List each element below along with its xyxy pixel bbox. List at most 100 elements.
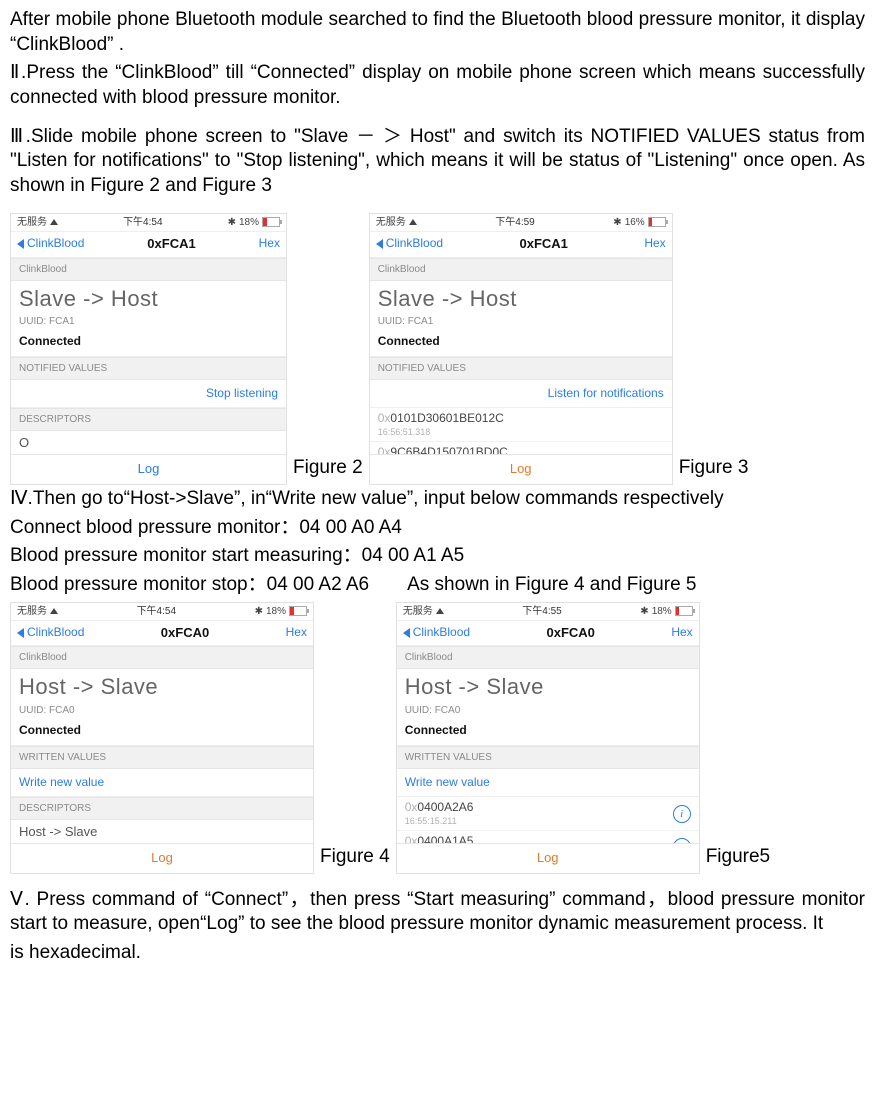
- statusbar: 无服务 下午4:59 ✱ 16%: [370, 214, 672, 232]
- statusbar: 无服务 下午4:54 ✱ 18%: [11, 214, 286, 232]
- chevron-left-icon[interactable]: [17, 628, 24, 638]
- figure4-caption: Figure 4: [314, 845, 396, 874]
- carrier-label: 无服务: [17, 216, 47, 229]
- chevron-left-icon[interactable]: [376, 239, 383, 249]
- section-notified: NOTIFIED VALUES: [370, 357, 672, 380]
- paragraph-intro: After mobile phone Bluetooth module sear…: [10, 8, 865, 57]
- battery-pct: 18%: [652, 605, 672, 618]
- nav-back-button[interactable]: ClinkBlood: [27, 625, 84, 641]
- navbar: ClinkBlood 0xFCA0 Hex: [397, 621, 699, 647]
- descriptor-value: O: [19, 435, 278, 452]
- cmd-stop: Blood pressure monitor stop：04 00 A2 A6 …: [10, 573, 865, 598]
- section-descriptors: DESCRIPTORS: [11, 408, 286, 431]
- navbar: ClinkBlood 0xFCA0 Hex: [11, 621, 313, 647]
- figure-row-2-3: 无服务 下午4:54 ✱ 18% ClinkBlood 0xFCA1 Hex C…: [10, 213, 865, 485]
- connected-label: Connected: [378, 334, 664, 350]
- bluetooth-icon: ✱: [255, 605, 263, 618]
- write-new-value-button[interactable]: Write new value: [397, 769, 699, 798]
- nav-hex-button[interactable]: Hex: [671, 625, 692, 641]
- wifi-icon: [436, 608, 444, 614]
- log-button[interactable]: Log: [370, 454, 672, 484]
- clock-label: 下午4:54: [123, 216, 162, 229]
- carrier-label: 无服务: [376, 216, 406, 229]
- written-value-row[interactable]: 0x0400A2A616:55:15.211 i: [397, 797, 699, 830]
- char-uuid: UUID: FCA1: [19, 315, 278, 328]
- char-title: Slave -> Host: [19, 285, 278, 314]
- nav-hex-button[interactable]: Hex: [259, 236, 280, 252]
- bluetooth-icon: ✱: [640, 605, 648, 618]
- paragraph-step3: Ⅲ.Slide mobile phone screen to "Slave － …: [10, 125, 865, 199]
- nav-title: 0xFCA1: [147, 236, 195, 253]
- navbar: ClinkBlood 0xFCA1 Hex: [370, 232, 672, 258]
- nav-hex-button[interactable]: Hex: [286, 625, 307, 641]
- chevron-left-icon[interactable]: [403, 628, 410, 638]
- nav-back-button[interactable]: ClinkBlood: [413, 625, 470, 641]
- write-new-value-button[interactable]: Write new value: [11, 769, 313, 798]
- characteristic-header: Host -> Slave UUID: FCA0 Connected: [11, 669, 313, 745]
- figure3-caption: Figure 3: [673, 456, 755, 485]
- section-written: WRITTEN VALUES: [11, 746, 313, 769]
- figure2-caption: Figure 2: [287, 456, 369, 485]
- section-clinkblood: ClinkBlood: [11, 646, 313, 669]
- battery-icon: [648, 217, 666, 227]
- char-uuid: UUID: FCA0: [19, 704, 305, 717]
- log-button[interactable]: Log: [397, 843, 699, 873]
- characteristic-header: Host -> Slave UUID: FCA0 Connected: [397, 669, 699, 745]
- cmd-connect: Connect blood pressure monitor：04 00 A0 …: [10, 516, 865, 541]
- section-descriptors: DESCRIPTORS: [11, 797, 313, 820]
- nav-back-button[interactable]: ClinkBlood: [27, 236, 84, 252]
- carrier-label: 无服务: [403, 605, 433, 618]
- battery-pct: 18%: [239, 216, 259, 229]
- listen-notifications-button[interactable]: Listen for notifications: [370, 380, 672, 409]
- statusbar: 无服务 下午4:55 ✱ 18%: [397, 603, 699, 621]
- figure4-phone: 无服务 下午4:54 ✱ 18% ClinkBlood 0xFCA0 Hex C…: [10, 602, 314, 874]
- paragraph-step5: Ⅴ. Press command of “Connect”，then press…: [10, 888, 865, 937]
- characteristic-header: Slave -> Host UUID: FCA1 Connected: [370, 281, 672, 357]
- notified-value-row[interactable]: 0x0101D30601BE012C16:56:51.318: [370, 408, 672, 441]
- log-button[interactable]: Log: [11, 843, 313, 873]
- connected-label: Connected: [19, 334, 278, 350]
- section-notified: NOTIFIED VALUES: [11, 357, 286, 380]
- navbar: ClinkBlood 0xFCA1 Hex: [11, 232, 286, 258]
- nav-hex-button[interactable]: Hex: [644, 236, 665, 252]
- paragraph-step4: Ⅳ.Then go to“Host->Slave”, in“Write new …: [10, 487, 865, 512]
- figure2-phone: 无服务 下午4:54 ✱ 18% ClinkBlood 0xFCA1 Hex C…: [10, 213, 287, 485]
- section-clinkblood: ClinkBlood: [11, 258, 286, 281]
- char-title: Slave -> Host: [378, 285, 664, 314]
- figure5-phone: 无服务 下午4:55 ✱ 18% ClinkBlood 0xFCA0 Hex C…: [396, 602, 700, 874]
- cmd-start: Blood pressure monitor start measuring：0…: [10, 544, 865, 569]
- section-clinkblood: ClinkBlood: [397, 646, 699, 669]
- figure5-caption: Figure5: [700, 845, 776, 874]
- figure-row-4-5: 无服务 下午4:54 ✱ 18% ClinkBlood 0xFCA0 Hex C…: [10, 602, 865, 874]
- wifi-icon: [50, 219, 58, 225]
- nav-back-button[interactable]: ClinkBlood: [386, 236, 443, 252]
- battery-icon: [262, 217, 280, 227]
- nav-title: 0xFCA0: [547, 625, 595, 642]
- log-button[interactable]: Log: [11, 454, 286, 484]
- info-icon[interactable]: i: [673, 805, 691, 823]
- battery-pct: 16%: [625, 216, 645, 229]
- char-title: Host -> Slave: [19, 673, 305, 702]
- wifi-icon: [409, 219, 417, 225]
- battery-icon: [675, 606, 693, 616]
- clock-label: 下午4:55: [522, 605, 561, 618]
- section-clinkblood: ClinkBlood: [370, 258, 672, 281]
- statusbar: 无服务 下午4:54 ✱ 18%: [11, 603, 313, 621]
- clock-label: 下午4:59: [495, 216, 534, 229]
- paragraph-step5b: is hexadecimal.: [10, 941, 865, 966]
- figure3-phone: 无服务 下午4:59 ✱ 16% ClinkBlood 0xFCA1 Hex C…: [369, 213, 673, 485]
- stop-listening-button[interactable]: Stop listening: [11, 380, 286, 409]
- nav-title: 0xFCA0: [161, 625, 209, 642]
- connected-label: Connected: [405, 723, 691, 739]
- battery-pct: 18%: [266, 605, 286, 618]
- paragraph-step2: Ⅱ.Press the “ClinkBlood” till “Connected…: [10, 61, 865, 110]
- char-title: Host -> Slave: [405, 673, 691, 702]
- connected-label: Connected: [19, 723, 305, 739]
- char-uuid: UUID: FCA1: [378, 315, 664, 328]
- battery-icon: [289, 606, 307, 616]
- carrier-label: 无服务: [17, 605, 47, 618]
- descriptor-value: Host -> Slave: [19, 824, 305, 841]
- chevron-left-icon[interactable]: [17, 239, 24, 249]
- nav-title: 0xFCA1: [520, 236, 568, 253]
- wifi-icon: [50, 608, 58, 614]
